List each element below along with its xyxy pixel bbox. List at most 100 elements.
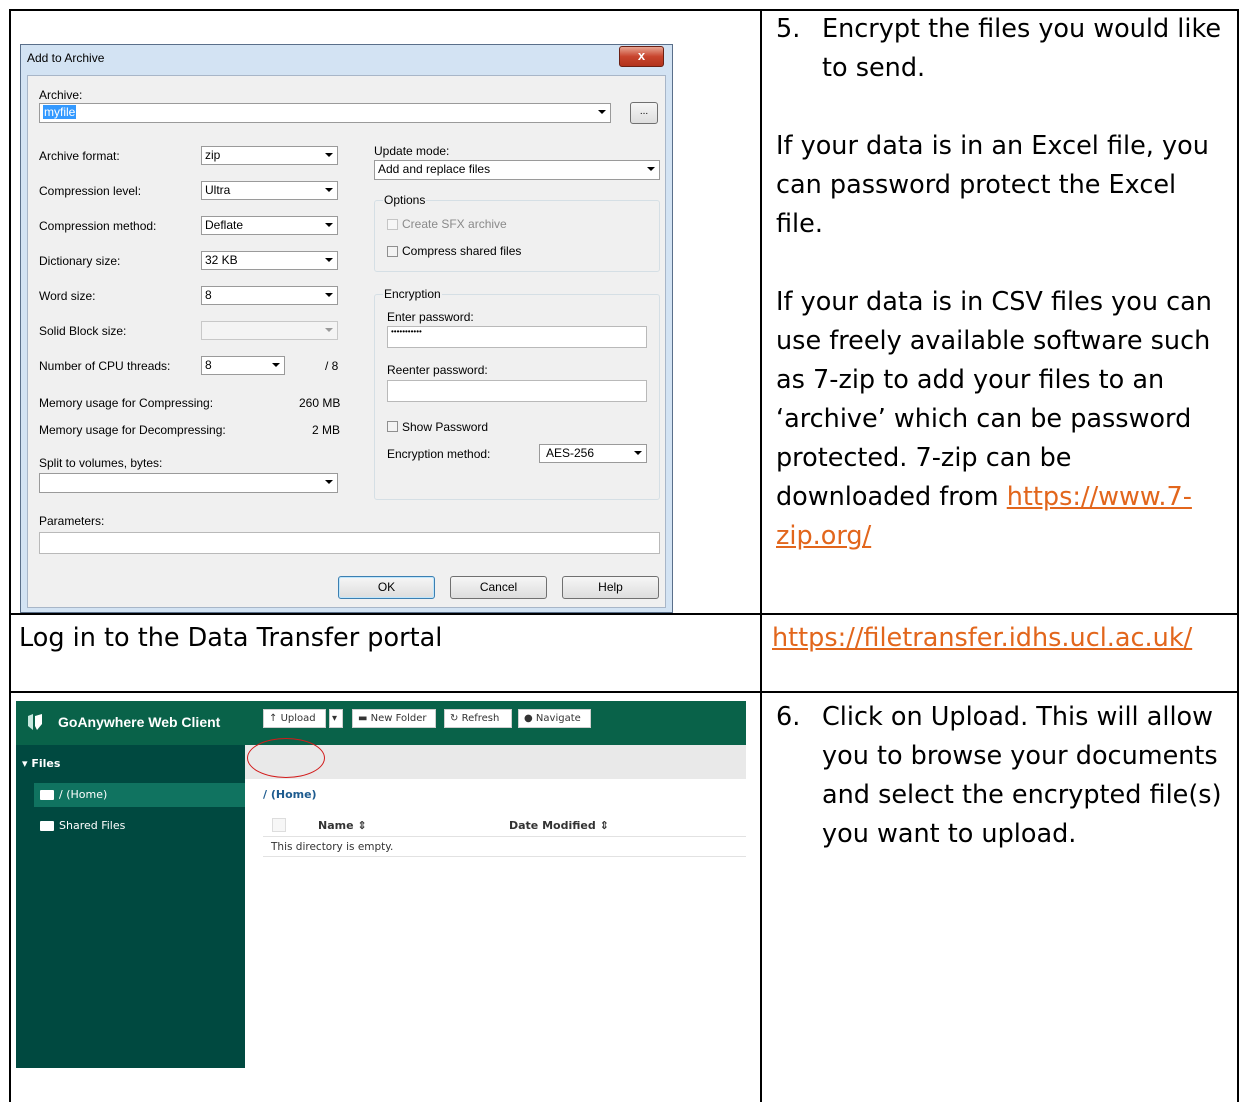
- compress-shared-label: Compress shared files: [402, 244, 522, 258]
- archive-format-value: zip: [205, 148, 221, 162]
- compress-shared-checkbox[interactable]: [387, 246, 398, 257]
- word-size-select[interactable]: 8: [201, 286, 338, 305]
- chevron-down-icon: [647, 167, 655, 171]
- cpu-threads-value: 8: [205, 358, 212, 372]
- step5-instruction: Encrypt the files you would like to send…: [822, 14, 1222, 83]
- new-folder-button[interactable]: ▬ New Folder: [352, 709, 436, 728]
- upload-button[interactable]: ↑ Upload: [263, 709, 326, 728]
- chevron-down-icon: [634, 451, 642, 455]
- csv-text: If your data is in CSV files you can use…: [776, 287, 1212, 512]
- goanywhere-logo-icon: [28, 714, 42, 730]
- login-instruction: Log in to the Data Transfer portal: [19, 623, 443, 653]
- refresh-label: Refresh: [461, 713, 500, 724]
- column-name-label: Name: [318, 819, 354, 832]
- password-input[interactable]: •••••••••••: [387, 326, 647, 348]
- new-folder-icon: ▬: [358, 713, 368, 724]
- browse-button[interactable]: ...: [630, 102, 658, 124]
- empty-message: This directory is empty.: [271, 841, 394, 853]
- dialog-title: Add to Archive: [27, 51, 105, 65]
- folder-icon: [40, 790, 54, 800]
- column-name[interactable]: Name ⇕: [318, 819, 367, 832]
- table-border-left: [9, 9, 11, 1102]
- step6-cell: 6. Click on Upload. This will allow you …: [776, 698, 1231, 854]
- table-header-divider: [263, 836, 746, 837]
- create-sfx-checkbox[interactable]: [387, 219, 398, 230]
- goanywhere-screenshot: GoAnywhere Web Client Files ▾ Files / (H…: [16, 701, 746, 1068]
- compression-level-label: Compression level:: [39, 184, 142, 198]
- parameters-label: Parameters:: [39, 514, 105, 528]
- chevron-down-icon: [325, 480, 333, 484]
- dictionary-size-label: Dictionary size:: [39, 254, 121, 268]
- dictionary-size-select[interactable]: 32 KB: [201, 251, 338, 270]
- cancel-button[interactable]: Cancel: [450, 576, 547, 599]
- csv-paragraph: If your data is in CSV files you can use…: [776, 283, 1231, 556]
- show-password-checkbox[interactable]: [387, 421, 398, 432]
- compression-method-select[interactable]: Deflate: [201, 216, 338, 235]
- reenter-password-label: Reenter password:: [387, 363, 488, 377]
- column-date-modified[interactable]: Date Modified ⇕: [509, 819, 609, 832]
- sort-icon: ⇕: [357, 819, 367, 832]
- sidebar-header-label: Files: [31, 757, 61, 770]
- refresh-button[interactable]: ↻ Refresh: [444, 709, 512, 728]
- app-brand: GoAnywhere Web Client: [58, 714, 221, 730]
- enter-password-label: Enter password:: [387, 310, 474, 324]
- chevron-down-icon: [325, 188, 333, 192]
- archive-combo[interactable]: myfile: [39, 103, 611, 123]
- solid-block-select[interactable]: [201, 321, 338, 340]
- table-divider-row-2: [9, 691, 1239, 693]
- chevron-down-icon: [325, 223, 333, 227]
- navigate-label: Navigate: [535, 713, 581, 724]
- step6-number: 6.: [776, 702, 801, 732]
- step6-item: 6. Click on Upload. This will allow you …: [776, 698, 1231, 854]
- sidebar-item-shared[interactable]: Shared Files: [34, 814, 245, 838]
- chevron-down-icon: [325, 293, 333, 297]
- chevron-down-icon: [272, 363, 280, 367]
- mem-decompress-label: Memory usage for Decompressing:: [39, 423, 226, 437]
- sidebar-item-label: / (Home): [59, 788, 108, 801]
- table-row-divider: [263, 856, 746, 857]
- compression-method-label: Compression method:: [39, 219, 157, 233]
- archive-label: Archive:: [39, 88, 83, 102]
- chevron-down-icon: [325, 153, 333, 157]
- upload-label: Upload: [280, 713, 316, 724]
- ok-button[interactable]: OK: [338, 576, 435, 599]
- reenter-password-input[interactable]: [387, 380, 647, 402]
- sidebar-header[interactable]: ▾ Files: [22, 757, 60, 770]
- chevron-down-icon: [325, 258, 333, 262]
- close-button[interactable]: x: [619, 46, 664, 67]
- create-sfx-label: Create SFX archive: [402, 217, 507, 231]
- update-mode-value: Add and replace files: [378, 162, 491, 176]
- compression-level-select[interactable]: Ultra: [201, 181, 338, 200]
- split-volumes-combo[interactable]: [39, 473, 338, 493]
- select-all-checkbox[interactable]: [272, 818, 286, 832]
- archive-format-select[interactable]: zip: [201, 146, 338, 165]
- upload-menu-button[interactable]: ▾: [329, 709, 343, 728]
- compression-level-value: Ultra: [205, 183, 231, 197]
- split-label: Split to volumes, bytes:: [39, 456, 163, 470]
- encryption-label: Encryption: [383, 287, 442, 301]
- parameters-input[interactable]: [39, 532, 660, 554]
- sidebar-item-home[interactable]: / (Home): [34, 783, 245, 807]
- breadcrumb[interactable]: / (Home): [263, 788, 317, 801]
- help-button[interactable]: Help: [562, 576, 659, 599]
- column-date-label: Date Modified: [509, 819, 596, 832]
- step5-cell: 5. Encrypt the files you would like to s…: [776, 10, 1231, 556]
- portal-link[interactable]: https://filetransfer.idhs.ucl.ac.uk/: [772, 623, 1192, 653]
- compass-icon: ●: [524, 713, 533, 724]
- upload-highlight-circle: [247, 738, 325, 778]
- table-divider-column: [760, 9, 762, 1102]
- cpu-threads-select[interactable]: 8: [201, 356, 285, 375]
- portal-link-cell: https://filetransfer.idhs.ucl.ac.uk/: [772, 619, 1192, 658]
- excel-paragraph: If your data is in an Excel file, you ca…: [776, 131, 1209, 239]
- encryption-method-select[interactable]: AES-256: [539, 444, 647, 463]
- mem-compress-value: 260 MB: [299, 396, 341, 410]
- encryption-method-value: AES-256: [546, 446, 595, 460]
- sort-icon: ⇕: [599, 819, 609, 832]
- options-label: Options: [383, 193, 427, 207]
- navigate-button[interactable]: ● Navigate: [518, 709, 591, 728]
- step6-instruction: Click on Upload. This will allow you to …: [822, 702, 1222, 849]
- update-mode-select[interactable]: Add and replace files: [374, 160, 660, 180]
- refresh-icon: ↻: [450, 713, 459, 724]
- cpu-threads-label: Number of CPU threads:: [39, 359, 171, 373]
- encryption-method-label: Encryption method:: [387, 447, 491, 461]
